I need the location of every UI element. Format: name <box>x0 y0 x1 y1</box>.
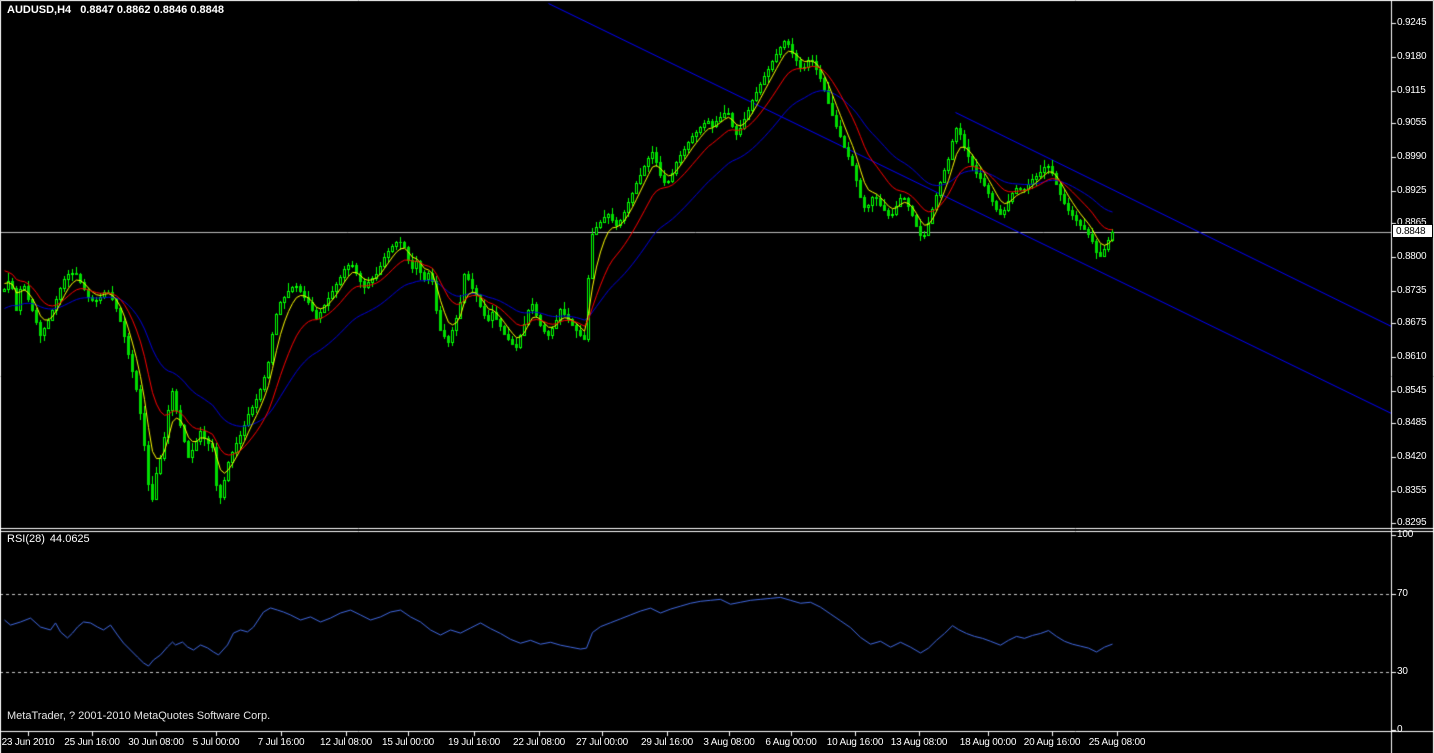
chart-window: AUDUSD,H4 0.8847 0.8862 0.8846 0.8848 RSI… <box>0 0 1434 753</box>
rsi-indicator-label: RSI(28) 44.0625 <box>7 533 90 545</box>
price-tick-label: 0.9115 <box>1397 85 1426 97</box>
price-tick-label: 0.8735 <box>1397 285 1426 297</box>
price-tick-label: 0.8800 <box>1397 251 1426 263</box>
time-tick-label: 27 Jul 00:00 <box>576 737 628 749</box>
copyright-watermark: MetaTrader, ? 2001-2010 MetaQuotes Softw… <box>7 710 270 722</box>
time-tick-label: 23 Jun 2010 <box>2 737 55 749</box>
rsi-tick-label: 70 <box>1397 588 1408 600</box>
price-tick-label: 0.9055 <box>1397 117 1426 129</box>
time-tick-label: 22 Jul 08:00 <box>513 737 565 749</box>
symbol-period-label: AUDUSD,H4 <box>7 4 71 16</box>
price-tick-label: 0.8925 <box>1397 185 1426 197</box>
time-tick-label: 12 Jul 08:00 <box>320 737 372 749</box>
time-tick-label: 6 Aug 00:00 <box>765 737 816 749</box>
price-tick-label: 0.8420 <box>1397 451 1426 463</box>
price-tick-label: 0.8485 <box>1397 417 1426 429</box>
price-tick-label: 0.9245 <box>1397 17 1426 29</box>
chart-canvas[interactable] <box>0 0 1434 753</box>
price-tick-label: 0.8355 <box>1397 485 1426 497</box>
price-tick-label: 0.8545 <box>1397 385 1426 397</box>
time-tick-label: 5 Jul 00:00 <box>193 737 240 749</box>
time-tick-label: 3 Aug 08:00 <box>703 737 754 749</box>
ohlc-values: 0.8847 0.8862 0.8846 0.8848 <box>80 4 224 16</box>
time-tick-label: 25 Aug 08:00 <box>1089 737 1146 749</box>
time-tick-label: 15 Jul 00:00 <box>382 737 434 749</box>
time-tick-label: 18 Aug 00:00 <box>960 737 1017 749</box>
price-tick-label: 0.8990 <box>1397 151 1426 163</box>
rsi-tick-label: 0 <box>1397 724 1402 736</box>
rsi-name: RSI(28) <box>7 533 45 545</box>
rsi-tick-label: 100 <box>1397 529 1413 541</box>
price-tick-label: 0.8675 <box>1397 317 1426 329</box>
chart-title: AUDUSD,H4 0.8847 0.8862 0.8846 0.8848 <box>7 4 224 16</box>
time-tick-label: 25 Jun 16:00 <box>64 737 119 749</box>
time-tick-label: 7 Jul 16:00 <box>258 737 305 749</box>
rsi-value: 44.0625 <box>50 533 90 545</box>
price-tick-label: 0.8610 <box>1397 351 1426 363</box>
time-tick-label: 30 Jun 08:00 <box>128 737 183 749</box>
rsi-tick-label: 30 <box>1397 666 1408 678</box>
current-price-badge: 0.8848 <box>1392 224 1433 238</box>
price-tick-label: 0.8295 <box>1397 517 1426 529</box>
time-tick-label: 10 Aug 16:00 <box>827 737 884 749</box>
price-tick-label: 0.9180 <box>1397 51 1426 63</box>
time-tick-label: 20 Aug 16:00 <box>1024 737 1081 749</box>
time-tick-label: 29 Jul 16:00 <box>641 737 693 749</box>
time-tick-label: 19 Jul 16:00 <box>448 737 500 749</box>
time-tick-label: 13 Aug 08:00 <box>891 737 948 749</box>
